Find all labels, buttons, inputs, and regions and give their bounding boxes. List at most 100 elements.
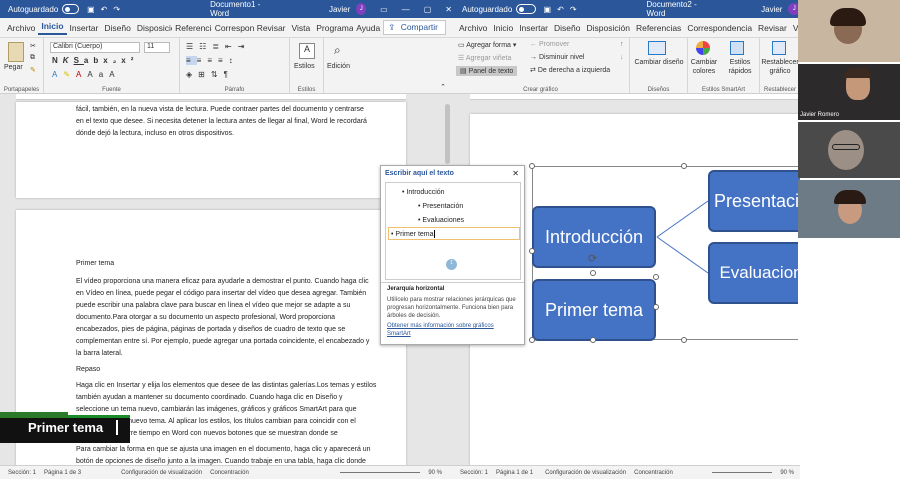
text-pane-button[interactable]: ▤ Panel de texto	[456, 66, 518, 76]
pane-item-presentacion[interactable]: • Presentación	[418, 203, 463, 210]
tab-correspondencia[interactable]: Correspondencia	[684, 23, 755, 33]
subscript-icon[interactable]: x₂	[103, 56, 121, 65]
vertical-scrollbar[interactable]	[445, 104, 450, 164]
font-name-select[interactable]: Calibri (Cuerpo)	[50, 42, 140, 53]
layout-icon[interactable]	[648, 41, 666, 55]
status-zoom[interactable]: 90 %	[780, 470, 794, 476]
palette-icon[interactable]	[696, 41, 710, 55]
highlight-icon[interactable]: ✎	[63, 70, 76, 79]
shading-icon[interactable]: ◈	[186, 70, 198, 79]
smartart-node-presentacion[interactable]: Presentación	[708, 170, 800, 232]
undo-icon[interactable]: ↶	[557, 5, 564, 14]
tab-archivo[interactable]: Archivo	[4, 23, 38, 33]
paste-icon[interactable]	[8, 42, 24, 62]
sort-icon[interactable]: ⇅	[211, 70, 224, 79]
minimize-icon[interactable]: —	[402, 5, 410, 14]
quick-styles-icon[interactable]	[730, 41, 744, 55]
rtl-button[interactable]: ⇄ De derecha a izquierda	[530, 66, 610, 74]
avatar[interactable]: J	[356, 3, 367, 15]
status-focus[interactable]: Concentración	[210, 470, 249, 476]
tab-diseno[interactable]: Diseño	[551, 23, 583, 33]
paste-label[interactable]: Pegar	[4, 64, 23, 71]
tab-revisar[interactable]: Revisar	[755, 23, 790, 33]
autosave-toggle[interactable]	[516, 4, 536, 14]
smartart-node-primer-tema[interactable]: Primer tema	[532, 279, 656, 341]
participant-tile-3[interactable]	[798, 122, 900, 178]
align-center-icon[interactable]: ≡	[197, 56, 208, 65]
font-color-icon[interactable]: A	[76, 70, 87, 79]
tab-insertar[interactable]: Insertar	[516, 23, 551, 33]
status-focus[interactable]: Concentración	[634, 470, 673, 476]
promote-button[interactable]: ← Promover	[530, 41, 569, 48]
format-painter-icon[interactable]: ✎	[30, 66, 36, 74]
resize-handle[interactable]	[653, 274, 659, 280]
move-up-icon[interactable]: ↑	[620, 41, 624, 48]
close-icon[interactable]: ✕	[445, 5, 452, 14]
save-icon[interactable]: ▣	[87, 5, 95, 14]
change-colors-label[interactable]: Cambiar colores	[689, 58, 719, 76]
move-down-icon[interactable]: ↓	[620, 54, 624, 61]
underline-icon[interactable]: S	[74, 56, 84, 65]
search-icon[interactable]: ⌕	[334, 43, 341, 58]
pane-item-introduccion[interactable]: • Introducción	[402, 189, 445, 196]
save-icon[interactable]: ▣	[544, 5, 552, 14]
resize-handle[interactable]	[653, 304, 659, 310]
status-zoom[interactable]: 90 %	[428, 470, 442, 476]
close-pane-icon[interactable]: ✕	[512, 169, 519, 178]
redo-icon[interactable]: ↷	[570, 5, 577, 14]
change-case-icon[interactable]: Aa	[87, 70, 109, 79]
resize-handle[interactable]	[529, 248, 535, 254]
tab-inicio[interactable]: Inicio	[38, 21, 67, 35]
strike-icon[interactable]: ab	[84, 56, 103, 65]
rotate-handle-icon[interactable]: ⟳	[588, 252, 597, 265]
reset-label[interactable]: Restablecer gráfico	[760, 58, 800, 76]
change-layout-label[interactable]: Cambiar diseño	[634, 58, 684, 67]
bullets-icon[interactable]: ☰	[186, 42, 199, 51]
learn-more-link[interactable]: Obtener más información sobre gráficos S…	[387, 322, 519, 338]
participant-tile-1[interactable]	[798, 0, 900, 62]
text-effects-icon[interactable]: A	[52, 70, 63, 79]
numbering-icon[interactable]: ☷	[199, 42, 212, 51]
smartart-node-evaluaciones[interactable]: Evaluaciones	[708, 242, 800, 304]
ribbon-options-icon[interactable]: ▭	[380, 5, 388, 14]
align-right-icon[interactable]: ≡	[207, 56, 218, 65]
participant-tile-4[interactable]	[798, 180, 900, 238]
status-page[interactable]: Página 1 de 3	[44, 470, 81, 476]
pilcrow-icon[interactable]: ¶	[224, 70, 234, 79]
zoom-slider[interactable]	[712, 472, 773, 473]
italic-icon[interactable]: K	[63, 56, 74, 65]
tab-disposicion[interactable]: Disposición	[134, 23, 172, 33]
pane-item-evaluaciones[interactable]: • Evaluaciones	[418, 217, 464, 224]
resize-handle[interactable]	[529, 163, 535, 169]
tab-revisar[interactable]: Revisar	[254, 23, 289, 33]
tab-diseno[interactable]: Diseño	[101, 23, 133, 33]
grow-font-icon[interactable]: A	[109, 70, 120, 79]
add-bullet-button[interactable]: ☰ Agregar viñeta	[458, 54, 511, 62]
copy-icon[interactable]: ⧉	[30, 54, 35, 62]
tab-inicio[interactable]: Inicio	[490, 23, 516, 33]
quick-styles-label[interactable]: Estilos rápidos	[724, 58, 756, 76]
pane-item-primer-tema[interactable]: • Primer tema	[388, 227, 520, 240]
multilevel-icon[interactable]: ≣	[212, 42, 225, 51]
status-display[interactable]: Configuración de visualización	[121, 470, 202, 476]
tab-vista[interactable]: Vista	[289, 23, 314, 33]
resize-handle[interactable]	[681, 337, 687, 343]
tab-correspondencia[interactable]: Correspondencia	[212, 23, 254, 33]
zoom-slider[interactable]	[340, 472, 421, 473]
tab-programador[interactable]: Programador	[313, 23, 353, 33]
tab-referencias[interactable]: Referencias	[633, 23, 684, 33]
justify-icon[interactable]: ≡	[218, 56, 229, 65]
font-size-select[interactable]: 11	[144, 42, 170, 53]
superscript-icon[interactable]: x²	[121, 56, 138, 65]
decrease-indent-icon[interactable]: ⇤	[225, 42, 238, 51]
edit-label[interactable]: Edición	[327, 63, 350, 70]
status-page[interactable]: Página 1 de 1	[496, 470, 533, 476]
share-button[interactable]: ⇪ Compartir	[383, 20, 446, 35]
tab-referencias[interactable]: Referencias	[172, 23, 212, 33]
styles-icon[interactable]: A	[299, 43, 315, 59]
line-spacing-icon[interactable]: ↕	[229, 56, 239, 65]
align-left-icon[interactable]: ≡	[186, 56, 197, 65]
participant-tile-2[interactable]: Javier Romero	[798, 64, 900, 120]
cut-icon[interactable]: ✂	[30, 42, 36, 50]
tab-insertar[interactable]: Insertar	[67, 23, 102, 33]
